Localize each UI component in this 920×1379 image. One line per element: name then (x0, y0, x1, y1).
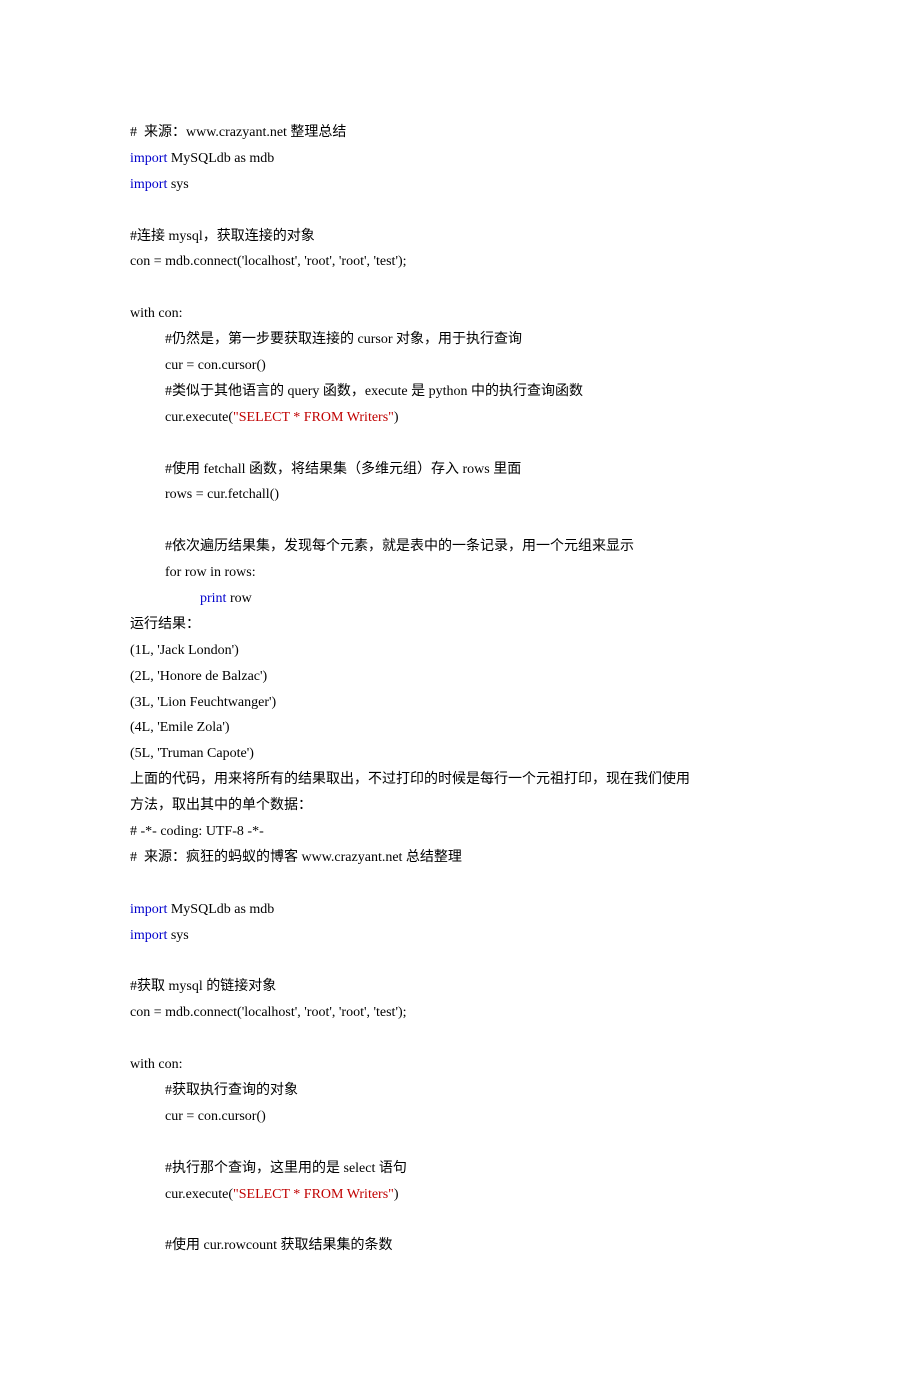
code-text: cur = con.cursor() (165, 358, 266, 373)
code-line: (1L, 'Jack London') (130, 638, 790, 664)
code-text (130, 280, 134, 295)
code-text: for row in rows: (165, 565, 256, 580)
code-text: sys (167, 928, 188, 943)
code-line: cur = con.cursor() (130, 1104, 790, 1130)
code-text (130, 1135, 134, 1150)
string-literal: "SELECT * FROM Writers" (233, 410, 394, 425)
code-line: (3L, 'Lion Feuchtwanger') (130, 690, 790, 716)
code-line: cur = con.cursor() (130, 353, 790, 379)
code-line (130, 949, 790, 975)
code-line (130, 431, 790, 457)
code-text: with con: (130, 306, 183, 321)
code-text: cur.execute( (165, 410, 233, 425)
code-line (130, 198, 790, 224)
code-line: (4L, 'Emile Zola') (130, 715, 790, 741)
code-text: #获取 mysql 的链接对象 (130, 979, 276, 994)
code-text: #依次遍历结果集，发现每个元素，就是表中的一条记录，用一个元组来显示 (165, 539, 634, 554)
code-line: import sys (130, 172, 790, 198)
code-line: #依次遍历结果集，发现每个元素，就是表中的一条记录，用一个元组来显示 (130, 534, 790, 560)
keyword: import (130, 151, 167, 166)
keyword: import (130, 928, 167, 943)
code-line: #类似于其他语言的 query 函数，execute 是 python 中的执行… (130, 379, 790, 405)
code-text: sys (167, 177, 188, 192)
code-text: # 来源：疯狂的蚂蚁的博客 www.crazyant.net 总结整理 (130, 850, 462, 865)
code-line (130, 1207, 790, 1233)
code-text: #执行那个查询，这里用的是 select 语句 (165, 1161, 407, 1176)
code-line: (5L, 'Truman Capote') (130, 741, 790, 767)
keyword: import (130, 902, 167, 917)
code-text: (5L, 'Truman Capote') (130, 746, 254, 761)
code-text: (3L, 'Lion Feuchtwanger') (130, 695, 276, 710)
code-line: cur.execute("SELECT * FROM Writers") (130, 405, 790, 431)
code-text: #仍然是，第一步要获取连接的 cursor 对象，用于执行查询 (165, 332, 522, 347)
code-text (130, 513, 134, 528)
code-text: 上面的代码，用来将所有的结果取出，不过打印的时候是每行一个元祖打印，现在我们使用 (130, 772, 690, 787)
code-text: 方法，取出其中的单个数据： (130, 798, 312, 813)
code-line: 方法，取出其中的单个数据： (130, 793, 790, 819)
code-line: #获取 mysql 的链接对象 (130, 974, 790, 1000)
code-line (130, 871, 790, 897)
code-line (130, 275, 790, 301)
code-line: con = mdb.connect('localhost', 'root', '… (130, 249, 790, 275)
code-text: ) (394, 410, 399, 425)
code-text (130, 1031, 134, 1046)
code-text: (1L, 'Jack London') (130, 643, 239, 658)
code-line: #获取执行查询的对象 (130, 1078, 790, 1104)
code-text: cur = con.cursor() (165, 1109, 266, 1124)
code-line: with con: (130, 1052, 790, 1078)
code-line: import MySQLdb as mdb (130, 146, 790, 172)
code-text: ) (394, 1187, 399, 1202)
keyword: import (130, 177, 167, 192)
code-line: (2L, 'Honore de Balzac') (130, 664, 790, 690)
code-text: #使用 cur.rowcount 获取结果集的条数 (165, 1238, 392, 1253)
code-text: # 来源：www.crazyant.net 整理总结 (130, 125, 346, 140)
code-line: import MySQLdb as mdb (130, 897, 790, 923)
code-text: (4L, 'Emile Zola') (130, 720, 230, 735)
code-line: #使用 fetchall 函数，将结果集（多维元组）存入 rows 里面 (130, 457, 790, 483)
document-content: # 来源：www.crazyant.net 整理总结 import MySQLdb… (130, 120, 790, 1259)
code-line: #执行那个查询，这里用的是 select 语句 (130, 1156, 790, 1182)
code-line: con = mdb.connect('localhost', 'root', '… (130, 1000, 790, 1026)
code-text: row (226, 591, 251, 606)
code-line: #连接 mysql，获取连接的对象 (130, 224, 790, 250)
code-text (130, 876, 134, 891)
code-text: # -*- coding: UTF-8 -*- (130, 824, 264, 839)
code-text (130, 1212, 134, 1227)
string-literal: "SELECT * FROM Writers" (233, 1187, 394, 1202)
code-line: # 来源：疯狂的蚂蚁的博客 www.crazyant.net 总结整理 (130, 845, 790, 871)
code-line: print row (130, 586, 790, 612)
code-line (130, 1130, 790, 1156)
code-line: #使用 cur.rowcount 获取结果集的条数 (130, 1233, 790, 1259)
code-line: import sys (130, 923, 790, 949)
code-line: 运行结果： (130, 612, 790, 638)
code-line: for row in rows: (130, 560, 790, 586)
code-line: cur.execute("SELECT * FROM Writers") (130, 1182, 790, 1208)
code-line: with con: (130, 301, 790, 327)
code-line: rows = cur.fetchall() (130, 482, 790, 508)
code-text: con = mdb.connect('localhost', 'root', '… (130, 254, 407, 269)
code-text: with con: (130, 1057, 183, 1072)
code-text (130, 436, 134, 451)
code-text (130, 954, 134, 969)
code-line: # -*- coding: UTF-8 -*- (130, 819, 790, 845)
code-line: #仍然是，第一步要获取连接的 cursor 对象，用于执行查询 (130, 327, 790, 353)
code-text: #获取执行查询的对象 (165, 1083, 298, 1098)
code-text: (2L, 'Honore de Balzac') (130, 669, 267, 684)
code-text (130, 203, 134, 218)
code-text: rows = cur.fetchall() (165, 487, 279, 502)
code-text: #使用 fetchall 函数，将结果集（多维元组）存入 rows 里面 (165, 462, 521, 477)
code-text: #连接 mysql，获取连接的对象 (130, 229, 315, 244)
code-text: 运行结果： (130, 617, 200, 632)
code-text: con = mdb.connect('localhost', 'root', '… (130, 1005, 407, 1020)
code-line (130, 508, 790, 534)
code-text: cur.execute( (165, 1187, 233, 1202)
code-line: # 来源：www.crazyant.net 整理总结 (130, 120, 790, 146)
code-text: MySQLdb as mdb (167, 902, 274, 917)
code-line: 上面的代码，用来将所有的结果取出，不过打印的时候是每行一个元祖打印，现在我们使用 (130, 767, 790, 793)
code-line (130, 1026, 790, 1052)
keyword: print (200, 591, 226, 606)
code-text: MySQLdb as mdb (167, 151, 274, 166)
code-text: #类似于其他语言的 query 函数，execute 是 python 中的执行… (165, 384, 583, 399)
